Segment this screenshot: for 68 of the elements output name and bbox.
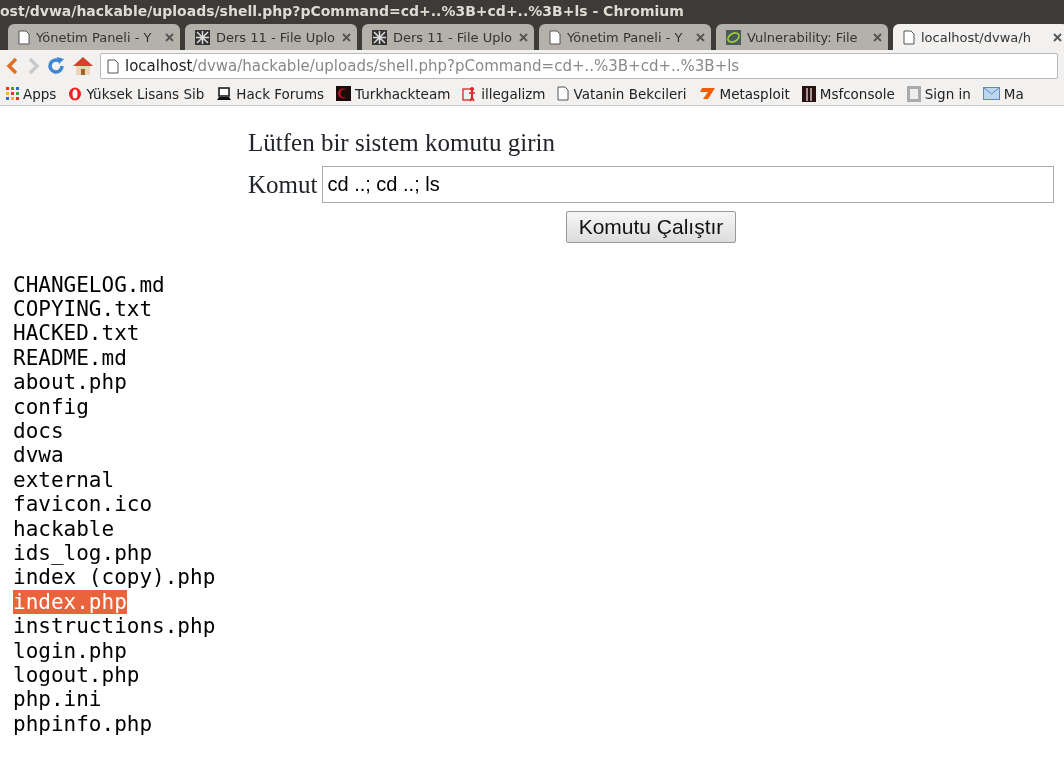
envelope-icon <box>982 87 1000 100</box>
file-name: index (copy).php <box>13 565 216 590</box>
window-title: ost/dvwa/hackable/uploads/shell.php?pCommand=cd+..%3B+cd+..%3B+ls - Chromium <box>0 0 1064 22</box>
pattern-icon <box>372 29 387 45</box>
browser-tab[interactable]: Ders 11 - File Uplo <box>185 24 357 50</box>
logo-icon <box>698 87 716 100</box>
file-name: dvwa <box>13 443 64 468</box>
home-icon[interactable] <box>72 56 94 76</box>
bookmark-link[interactable]: Turkhackteam <box>355 85 451 102</box>
figure-icon <box>801 85 816 102</box>
page-icon <box>18 29 30 45</box>
figure-icon <box>462 85 478 102</box>
close-icon[interactable] <box>342 32 351 42</box>
crescent-icon <box>336 86 352 101</box>
reload-icon[interactable] <box>46 56 66 76</box>
file-name: HACKED.txt <box>13 321 140 346</box>
file-name: external <box>13 467 115 493</box>
file-name: README.md <box>13 345 127 371</box>
ring-icon <box>68 86 83 101</box>
bookmark-link[interactable]: Ma <box>1003 85 1024 102</box>
file-name: favicon.ico <box>13 492 153 517</box>
field-label: Komut <box>248 170 318 200</box>
ring-icon <box>726 29 741 45</box>
bookmark-link[interactable]: Sign in <box>924 85 971 102</box>
address-bar[interactable]: localhost/dvwa/hackable/uploads/shell.php?pCommand=cd+..%3B+cd+..%3B+ls <box>100 53 1058 79</box>
file-name: instructions.php <box>13 614 216 639</box>
close-icon[interactable] <box>519 32 528 42</box>
file-name: php.ini <box>13 687 102 712</box>
file-name: CHANGELOG.md <box>13 272 165 297</box>
portrait-icon <box>906 85 921 102</box>
url-text: localhost/dvwa/hackable/uploads/shell.php?pCommand=cd+..%3B+cd+..%3B+ls <box>125 57 740 75</box>
bookmark-link[interactable]: Apps <box>23 85 57 102</box>
file-name: phpinfo.php <box>13 711 153 737</box>
close-icon[interactable] <box>873 32 882 42</box>
bookmark-link[interactable]: Msfconsole <box>819 85 895 102</box>
laptop-icon <box>216 86 233 101</box>
run-command-button[interactable]: Komutu Çalıştır <box>565 210 737 243</box>
file-name: login.php <box>13 638 127 663</box>
close-icon[interactable] <box>1053 32 1062 42</box>
browser-tab[interactable]: Yönetim Paneli - Y <box>539 24 711 50</box>
file-name: about.php <box>13 370 127 395</box>
page-heading: Lütfen bir sistem komutu girin <box>248 128 556 158</box>
grid-icon <box>6 87 19 100</box>
bookmark-link[interactable]: illegalizm <box>481 85 546 102</box>
bookmark-link[interactable]: Yüksek Lisans Sib <box>86 85 205 102</box>
command-field[interactable]: cd ..; cd ..; ls <box>322 166 1054 204</box>
browser-tab[interactable]: Vulnerability: File <box>716 24 888 50</box>
close-icon[interactable] <box>165 32 174 42</box>
browser-tab[interactable]: Yönetim Paneli - Y <box>8 24 180 50</box>
file-name: ids_log.php <box>13 540 153 566</box>
file-name: docs <box>13 418 64 444</box>
file-name: config <box>13 394 89 419</box>
back-icon[interactable] <box>6 57 20 75</box>
page-icon <box>549 29 561 45</box>
browser-tab[interactable]: Ders 11 - File Uplo <box>362 24 534 50</box>
browser-tab[interactable]: localhost/dvwa/h <box>893 24 1064 50</box>
bookmark-link[interactable]: Hack Forums <box>236 85 325 102</box>
bookmark-link[interactable]: Metasploit <box>719 85 790 102</box>
file-name: logout.php <box>13 663 140 688</box>
page-icon <box>557 86 570 101</box>
page-icon <box>107 58 119 74</box>
file-name: hackable <box>13 516 115 541</box>
file-name: COPYING.txt <box>13 296 153 322</box>
page-icon <box>903 29 915 45</box>
close-icon[interactable] <box>696 32 705 42</box>
bookmark-link[interactable]: Vatanin Bekcileri <box>573 85 687 102</box>
pattern-icon <box>195 29 210 45</box>
file-name: index.php <box>13 589 127 615</box>
